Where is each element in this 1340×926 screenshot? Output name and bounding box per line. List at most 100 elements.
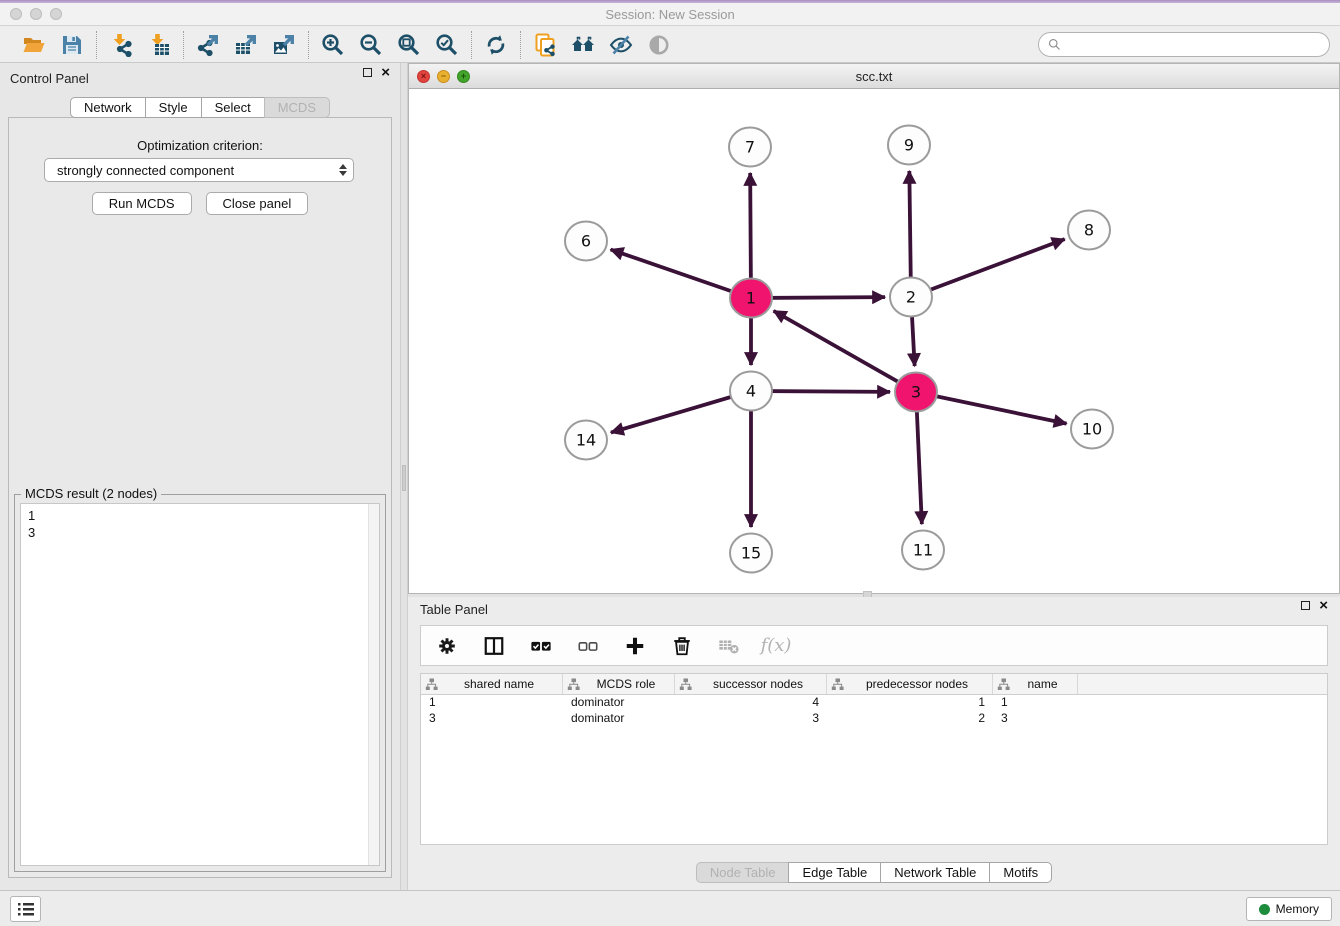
graph-node-label: 10 bbox=[1082, 420, 1102, 439]
close-panel-button[interactable]: Close panel bbox=[206, 192, 309, 215]
column-type-icon bbox=[679, 678, 692, 691]
main-toolbar bbox=[0, 27, 1340, 63]
tab-edge-table[interactable]: Edge Table bbox=[788, 862, 881, 883]
clone-network-icon[interactable] bbox=[531, 31, 559, 59]
graph-node-6[interactable]: 6 bbox=[565, 222, 607, 261]
table-panel-float-icon[interactable] bbox=[1301, 601, 1310, 610]
tab-style[interactable]: Style bbox=[145, 97, 202, 118]
graph-node-label: 4 bbox=[746, 382, 756, 401]
table-cell: 1 bbox=[421, 695, 563, 711]
export-table-icon[interactable] bbox=[232, 31, 260, 59]
mcds-result-text-area[interactable]: 13 bbox=[20, 503, 380, 866]
optimization-criterion-label: Optimization criterion: bbox=[0, 138, 400, 153]
control-panel-tabs: NetworkStyleSelectMCDS bbox=[0, 97, 400, 118]
toolbar-group bbox=[521, 31, 683, 59]
gear-icon[interactable] bbox=[433, 632, 461, 660]
vertical-splitter[interactable] bbox=[400, 63, 408, 890]
result-line: 1 bbox=[28, 507, 372, 524]
table-row[interactable]: 1dominator411 bbox=[421, 695, 1327, 711]
open-folder-icon[interactable] bbox=[20, 31, 48, 59]
plus-icon[interactable] bbox=[621, 632, 649, 660]
column-type-icon bbox=[997, 678, 1010, 691]
export-network-icon[interactable] bbox=[194, 31, 222, 59]
import-table-icon[interactable] bbox=[145, 31, 173, 59]
graph-node-3[interactable]: 3 bbox=[895, 373, 937, 412]
import-network-icon[interactable] bbox=[107, 31, 135, 59]
tab-motifs[interactable]: Motifs bbox=[989, 862, 1052, 883]
table-panel-close-icon[interactable]: × bbox=[1319, 601, 1328, 610]
graph-node-label: 11 bbox=[913, 541, 933, 560]
graph-node-9[interactable]: 9 bbox=[888, 126, 930, 165]
graph-node-10[interactable]: 10 bbox=[1071, 410, 1113, 449]
check-all-icon[interactable] bbox=[527, 632, 555, 660]
tab-network[interactable]: Network bbox=[70, 97, 146, 118]
column-header-shared-name[interactable]: shared name bbox=[421, 674, 563, 694]
result-line: 3 bbox=[28, 524, 372, 541]
column-header-successor-nodes[interactable]: successor nodes bbox=[675, 674, 827, 694]
column-header-predecessor-nodes[interactable]: predecessor nodes bbox=[827, 674, 993, 694]
column-header-name[interactable]: name bbox=[993, 674, 1078, 694]
graph-node-label: 8 bbox=[1084, 221, 1094, 240]
graph-node-8[interactable]: 8 bbox=[1068, 211, 1110, 250]
graph-node-label: 3 bbox=[911, 383, 921, 402]
table-cell: dominator bbox=[563, 695, 675, 711]
tab-network-table[interactable]: Network Table bbox=[880, 862, 990, 883]
column-header-MCDS-role[interactable]: MCDS role bbox=[563, 674, 675, 694]
graph-node-14[interactable]: 14 bbox=[565, 421, 607, 460]
control-panel-float-icon[interactable] bbox=[363, 68, 372, 77]
graph-node-7[interactable]: 7 bbox=[729, 128, 771, 167]
graph-node-2[interactable]: 2 bbox=[890, 278, 932, 317]
table-row[interactable]: 3dominator323 bbox=[421, 711, 1327, 727]
memory-status-icon bbox=[1259, 904, 1270, 915]
graph-node-1[interactable]: 1 bbox=[730, 279, 772, 318]
control-panel: Control Panel × NetworkStyleSelectMCDS O… bbox=[0, 63, 400, 890]
columns-icon[interactable] bbox=[480, 632, 508, 660]
vertical-splitter-handle[interactable] bbox=[402, 465, 406, 491]
graph-node-label: 14 bbox=[576, 431, 596, 450]
node-table[interactable]: shared nameMCDS rolesuccessor nodesprede… bbox=[420, 673, 1328, 845]
network-window-titlebar[interactable]: × − + scc.txt bbox=[409, 64, 1339, 89]
graph-edge-3-1[interactable] bbox=[774, 311, 916, 392]
refresh-icon[interactable] bbox=[482, 31, 510, 59]
mcds-result-lines: 13 bbox=[21, 504, 379, 544]
run-mcds-button[interactable]: Run MCDS bbox=[92, 192, 192, 215]
graph-node-11[interactable]: 11 bbox=[902, 531, 944, 570]
zoom-fit-icon[interactable] bbox=[395, 31, 423, 59]
table-cell: 3 bbox=[993, 711, 1078, 727]
toolbar-icon-groups bbox=[10, 31, 683, 59]
hide-view-icon[interactable] bbox=[607, 31, 635, 59]
application-window: Session: New Session Control Panel × Net… bbox=[0, 0, 1340, 926]
table-rows: 1dominator4113dominator323 bbox=[421, 695, 1327, 727]
task-list-icon bbox=[17, 901, 35, 917]
zoom-in-icon[interactable] bbox=[319, 31, 347, 59]
control-panel-close-icon[interactable]: × bbox=[381, 68, 390, 77]
graph-node-15[interactable]: 15 bbox=[730, 534, 772, 573]
table-toolbar: f(x) bbox=[420, 625, 1328, 666]
status-bar: Memory bbox=[0, 890, 1340, 926]
graph-node-label: 2 bbox=[906, 288, 916, 307]
column-type-icon bbox=[425, 678, 438, 691]
search-box[interactable] bbox=[1038, 32, 1330, 57]
save-icon[interactable] bbox=[58, 31, 86, 59]
zoom-selected-icon[interactable] bbox=[433, 31, 461, 59]
graph-edge-3-10[interactable] bbox=[916, 392, 1067, 424]
graph-edge-1-6[interactable] bbox=[611, 249, 751, 298]
uncheck-all-icon[interactable] bbox=[574, 632, 602, 660]
graph-node-4[interactable]: 4 bbox=[730, 372, 772, 411]
home-icon[interactable] bbox=[569, 31, 597, 59]
tab-select[interactable]: Select bbox=[201, 97, 265, 118]
task-history-button[interactable] bbox=[10, 896, 41, 922]
result-scrollbar[interactable] bbox=[368, 504, 379, 865]
search-input[interactable] bbox=[1067, 38, 1321, 52]
tab-mcds[interactable]: MCDS bbox=[264, 97, 330, 118]
zoom-out-icon[interactable] bbox=[357, 31, 385, 59]
eye-disabled-icon[interactable] bbox=[645, 31, 673, 59]
tab-node-table[interactable]: Node Table bbox=[696, 862, 790, 883]
export-image-icon[interactable] bbox=[270, 31, 298, 59]
trash-icon[interactable] bbox=[668, 632, 696, 660]
graph-node-label: 9 bbox=[904, 136, 914, 155]
memory-button[interactable]: Memory bbox=[1246, 897, 1332, 921]
network-canvas[interactable]: 1 2 3 4 6 7 8 9 10 11 14 15 bbox=[409, 89, 1339, 593]
graph-edge-2-8[interactable] bbox=[911, 239, 1065, 297]
optimization-criterion-select[interactable]: strongly connected component bbox=[44, 158, 354, 182]
